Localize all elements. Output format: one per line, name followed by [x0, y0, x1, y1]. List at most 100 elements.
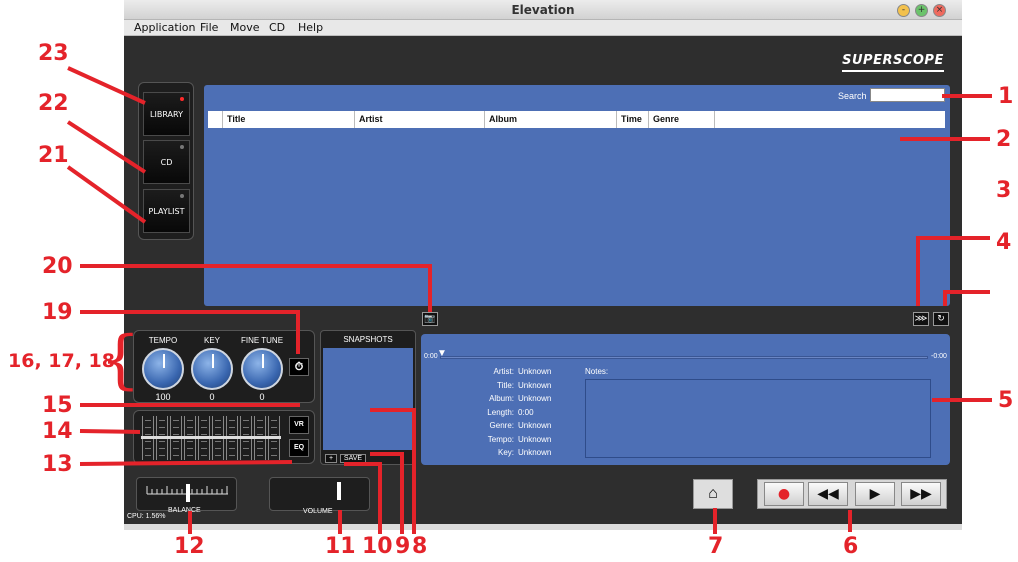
- track-field-value: Unknown: [518, 421, 552, 430]
- search-input[interactable]: [870, 88, 945, 102]
- eq-band-thumb[interactable]: [253, 435, 267, 439]
- speed-icon[interactable]: ⋙: [913, 312, 929, 326]
- callout-9: 9: [395, 534, 411, 559]
- eq-tick: [173, 427, 179, 428]
- eq-tick: [229, 455, 235, 456]
- save-snapshot-button[interactable]: SAVE: [340, 454, 366, 463]
- eq-band-thumb[interactable]: [183, 435, 197, 439]
- track-field-value: 0:00: [518, 407, 534, 417]
- eq-tick: [243, 427, 249, 428]
- record-button[interactable]: ●: [764, 482, 804, 506]
- eq-band-thumb[interactable]: [141, 435, 155, 439]
- track-field-label: Artist:: [493, 367, 514, 376]
- callout-15: 15: [42, 393, 73, 418]
- eq-tick: [159, 441, 165, 442]
- eq-tick: [271, 455, 277, 456]
- minimize-button[interactable]: -: [897, 4, 910, 17]
- snapshots-title: SNAPSHOTS: [343, 335, 393, 344]
- eq-band-thumb[interactable]: [267, 435, 281, 439]
- menu-move[interactable]: Move: [230, 21, 260, 34]
- fine-tune-value: 0: [259, 392, 265, 402]
- tempo-knob[interactable]: [142, 348, 184, 390]
- eq-tick: [159, 420, 165, 421]
- eq-tick: [229, 448, 235, 449]
- library-led: [180, 97, 184, 101]
- eq-band-thumb[interactable]: [197, 435, 211, 439]
- menu-help[interactable]: Help: [298, 21, 323, 34]
- eq-tick: [243, 420, 249, 421]
- eq-tick: [271, 427, 277, 428]
- title-bar: Elevation - + ×: [124, 0, 962, 20]
- eq-band-slider[interactable]: [155, 416, 169, 460]
- time-start: 0:00: [424, 353, 438, 360]
- fast-forward-button[interactable]: ▶▶: [901, 482, 941, 506]
- fine-tune-knob[interactable]: [241, 348, 283, 390]
- eq-band-thumb[interactable]: [169, 435, 183, 439]
- balance-slider[interactable]: [185, 484, 190, 502]
- menu-cd[interactable]: CD: [269, 21, 285, 34]
- track-field-value: Unknown: [518, 380, 552, 390]
- key-label: KEY: [203, 336, 220, 345]
- balance-label: BALANCE: [168, 507, 201, 514]
- menu-file[interactable]: File: [200, 21, 218, 34]
- library-table-body[interactable]: [208, 128, 945, 302]
- volume-slider[interactable]: [336, 482, 341, 500]
- column-time[interactable]: Time: [616, 111, 648, 128]
- callout-7: 7: [708, 534, 724, 559]
- eq-tick: [257, 455, 263, 456]
- zoom-button[interactable]: +: [915, 4, 928, 17]
- callout-5: 5: [998, 388, 1014, 413]
- eq-band-slider[interactable]: [183, 416, 197, 460]
- cd-button[interactable]: CD: [143, 140, 190, 184]
- notes-field[interactable]: [585, 379, 931, 458]
- eq-band-thumb[interactable]: [211, 435, 225, 439]
- snapshots-list[interactable]: [323, 348, 413, 450]
- eq-tick: [271, 448, 277, 449]
- camera-icon[interactable]: 📷: [422, 312, 438, 326]
- column-genre[interactable]: Genre: [648, 111, 714, 128]
- eq-band-slider[interactable]: [253, 416, 267, 460]
- timer-icon[interactable]: ⏱: [289, 358, 309, 376]
- menu-application[interactable]: Application: [134, 21, 195, 34]
- loop-icon[interactable]: ↻: [933, 312, 949, 326]
- eq-band-slider[interactable]: [225, 416, 239, 460]
- eq-band-slider[interactable]: [169, 416, 183, 460]
- eq-band-thumb[interactable]: [225, 435, 239, 439]
- eq-band-slider[interactable]: [211, 416, 225, 460]
- column-artist[interactable]: Artist: [354, 111, 484, 128]
- metronome-icon[interactable]: ⌂: [693, 479, 733, 509]
- play-button[interactable]: ▶: [855, 482, 895, 506]
- library-button[interactable]: LIBRARY: [143, 92, 190, 136]
- key-knob[interactable]: [191, 348, 233, 390]
- eq-band-thumb[interactable]: [239, 435, 253, 439]
- add-snapshot-button[interactable]: +: [325, 454, 337, 463]
- eq-tick: [145, 427, 151, 428]
- track-field-label: Genre:: [489, 421, 514, 430]
- library-button-label: LIBRARY: [150, 110, 183, 119]
- eq-band-slider[interactable]: [267, 416, 281, 460]
- eq-tick: [215, 420, 221, 421]
- column-album[interactable]: Album: [484, 111, 616, 128]
- eq-button[interactable]: EQ: [289, 439, 309, 457]
- eq-band-slider[interactable]: [197, 416, 211, 460]
- eq-band-slider[interactable]: [239, 416, 253, 460]
- eq-tick: [187, 441, 193, 442]
- track-field-value: Unknown: [518, 367, 552, 376]
- eq-tick: [187, 420, 193, 421]
- vr-button[interactable]: VR: [289, 416, 309, 434]
- position-slider[interactable]: [440, 356, 928, 359]
- track-field-label: Album:: [489, 394, 514, 403]
- callout-22: 22: [38, 91, 69, 116]
- playlist-button[interactable]: PLAYLIST: [143, 189, 190, 233]
- screenshot-root: Elevation - + × Application File Move CD…: [0, 0, 1018, 562]
- eq-band-slider[interactable]: [141, 416, 155, 460]
- menu-bar: Application File Move CD Help: [124, 20, 962, 36]
- eq-tick: [257, 448, 263, 449]
- rewind-button[interactable]: ◀◀: [808, 482, 848, 506]
- close-button[interactable]: ×: [933, 4, 946, 17]
- playhead-marker[interactable]: ▼: [437, 348, 447, 359]
- column-title[interactable]: Title: [222, 111, 354, 128]
- search-label: Search: [838, 91, 867, 101]
- eq-band-thumb[interactable]: [155, 435, 169, 439]
- track-field-label: Length:: [487, 407, 514, 417]
